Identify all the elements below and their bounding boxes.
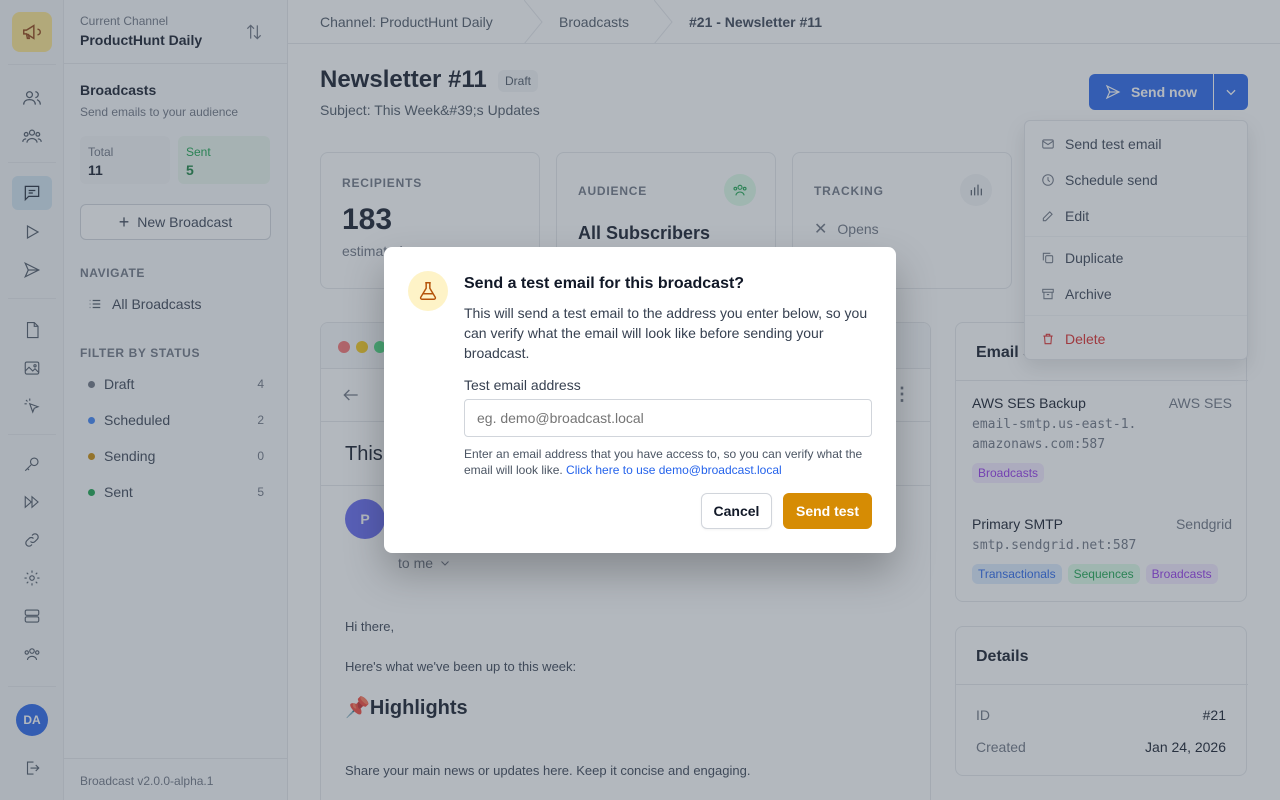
email-help-text: Enter an email address that you have acc… [464,446,876,478]
modal-description: This will send a test email to the addre… [464,305,868,361]
email-field-label: Test email address [464,377,581,393]
modal-title: Send a test email for this broadcast? [464,275,745,292]
cancel-button[interactable]: Cancel [701,493,772,529]
flask-icon [408,271,448,311]
send-test-button[interactable]: Send test [783,493,872,529]
test-email-modal: Send a test email for this broadcast? Th… [384,247,896,553]
use-demo-email-link[interactable]: Click here to use demo@broadcast.local [566,463,782,477]
test-email-input[interactable] [464,399,872,437]
